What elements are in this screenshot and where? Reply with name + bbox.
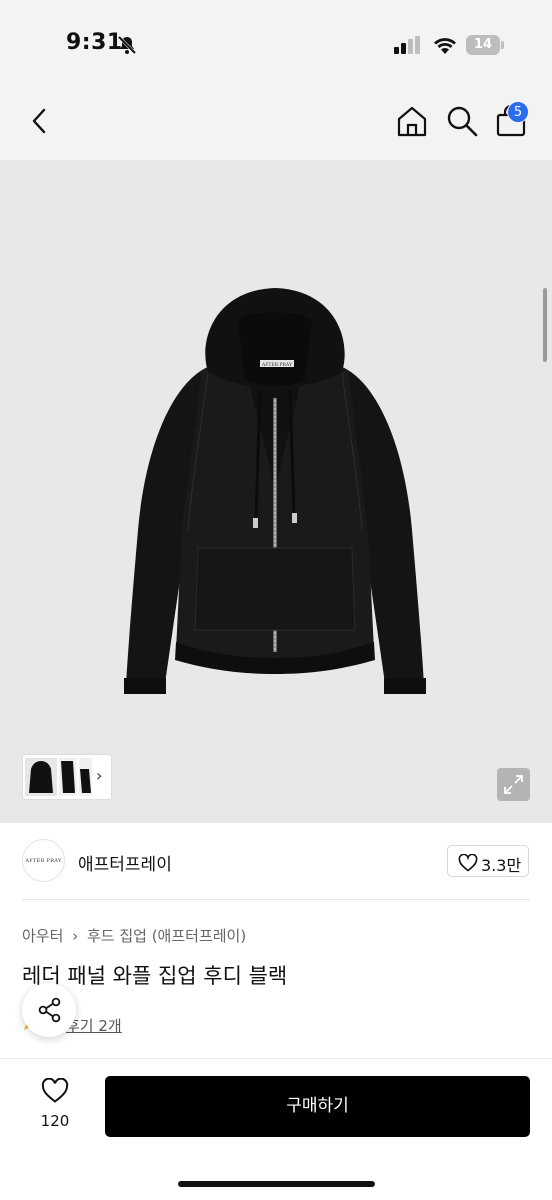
brand-like-count: 3.3만 (481, 856, 522, 875)
home-icon[interactable] (395, 104, 429, 138)
wish-count: 120 (40, 1112, 70, 1130)
wish-button[interactable]: 120 (30, 1078, 80, 1134)
garment-label-text: AFTER PRAY (261, 362, 293, 368)
brand-name[interactable]: 애프터프레이 (78, 850, 172, 875)
back-icon[interactable] (26, 106, 54, 136)
search-icon[interactable] (445, 104, 479, 138)
signal-icon (394, 36, 420, 54)
breadcrumb-item-hood-zipup[interactable]: 후드 집업 (애프터프레이) (87, 927, 246, 945)
breadcrumb-separator: › (72, 927, 79, 945)
hoodie-photo: AFTER PRAY (124, 288, 426, 694)
expand-button[interactable] (497, 768, 530, 801)
nav-bar (0, 90, 552, 160)
expand-icon (504, 775, 523, 794)
thumbnail-next-icon[interactable]: › (96, 766, 102, 785)
status-bar: 9:31 14 (0, 0, 552, 90)
brand-row[interactable]: AFTER PRAY 애프터프레이 3.3만 (0, 823, 552, 899)
battery-icon: 14 (466, 35, 504, 55)
wifi-icon (434, 38, 456, 54)
brand-logo[interactable]: AFTER PRAY (22, 839, 65, 882)
cart-badge: 5 (507, 101, 529, 123)
status-time: 9:31 (66, 30, 123, 55)
buy-button[interactable]: 구매하기 (105, 1076, 530, 1137)
product-image[interactable]: AFTER PRAY (0, 160, 552, 823)
heart-icon (41, 1078, 69, 1103)
brand-like-button[interactable]: 3.3만 (447, 845, 529, 877)
heart-icon (458, 854, 478, 872)
battery-level: 14 (466, 35, 500, 55)
thumbnail-images[interactable] (23, 755, 93, 799)
share-button[interactable] (22, 983, 76, 1037)
battery-tip (501, 41, 504, 49)
share-icon (38, 997, 61, 1023)
breadcrumb-item-outer[interactable]: 아우터 (22, 927, 63, 945)
breadcrumb: 아우터 › 후드 집업 (애프터프레이) (22, 925, 246, 946)
divider (22, 899, 530, 900)
page-scrollbar[interactable] (543, 288, 547, 362)
bell-off-icon (117, 35, 137, 55)
home-indicator[interactable] (178, 1181, 375, 1187)
